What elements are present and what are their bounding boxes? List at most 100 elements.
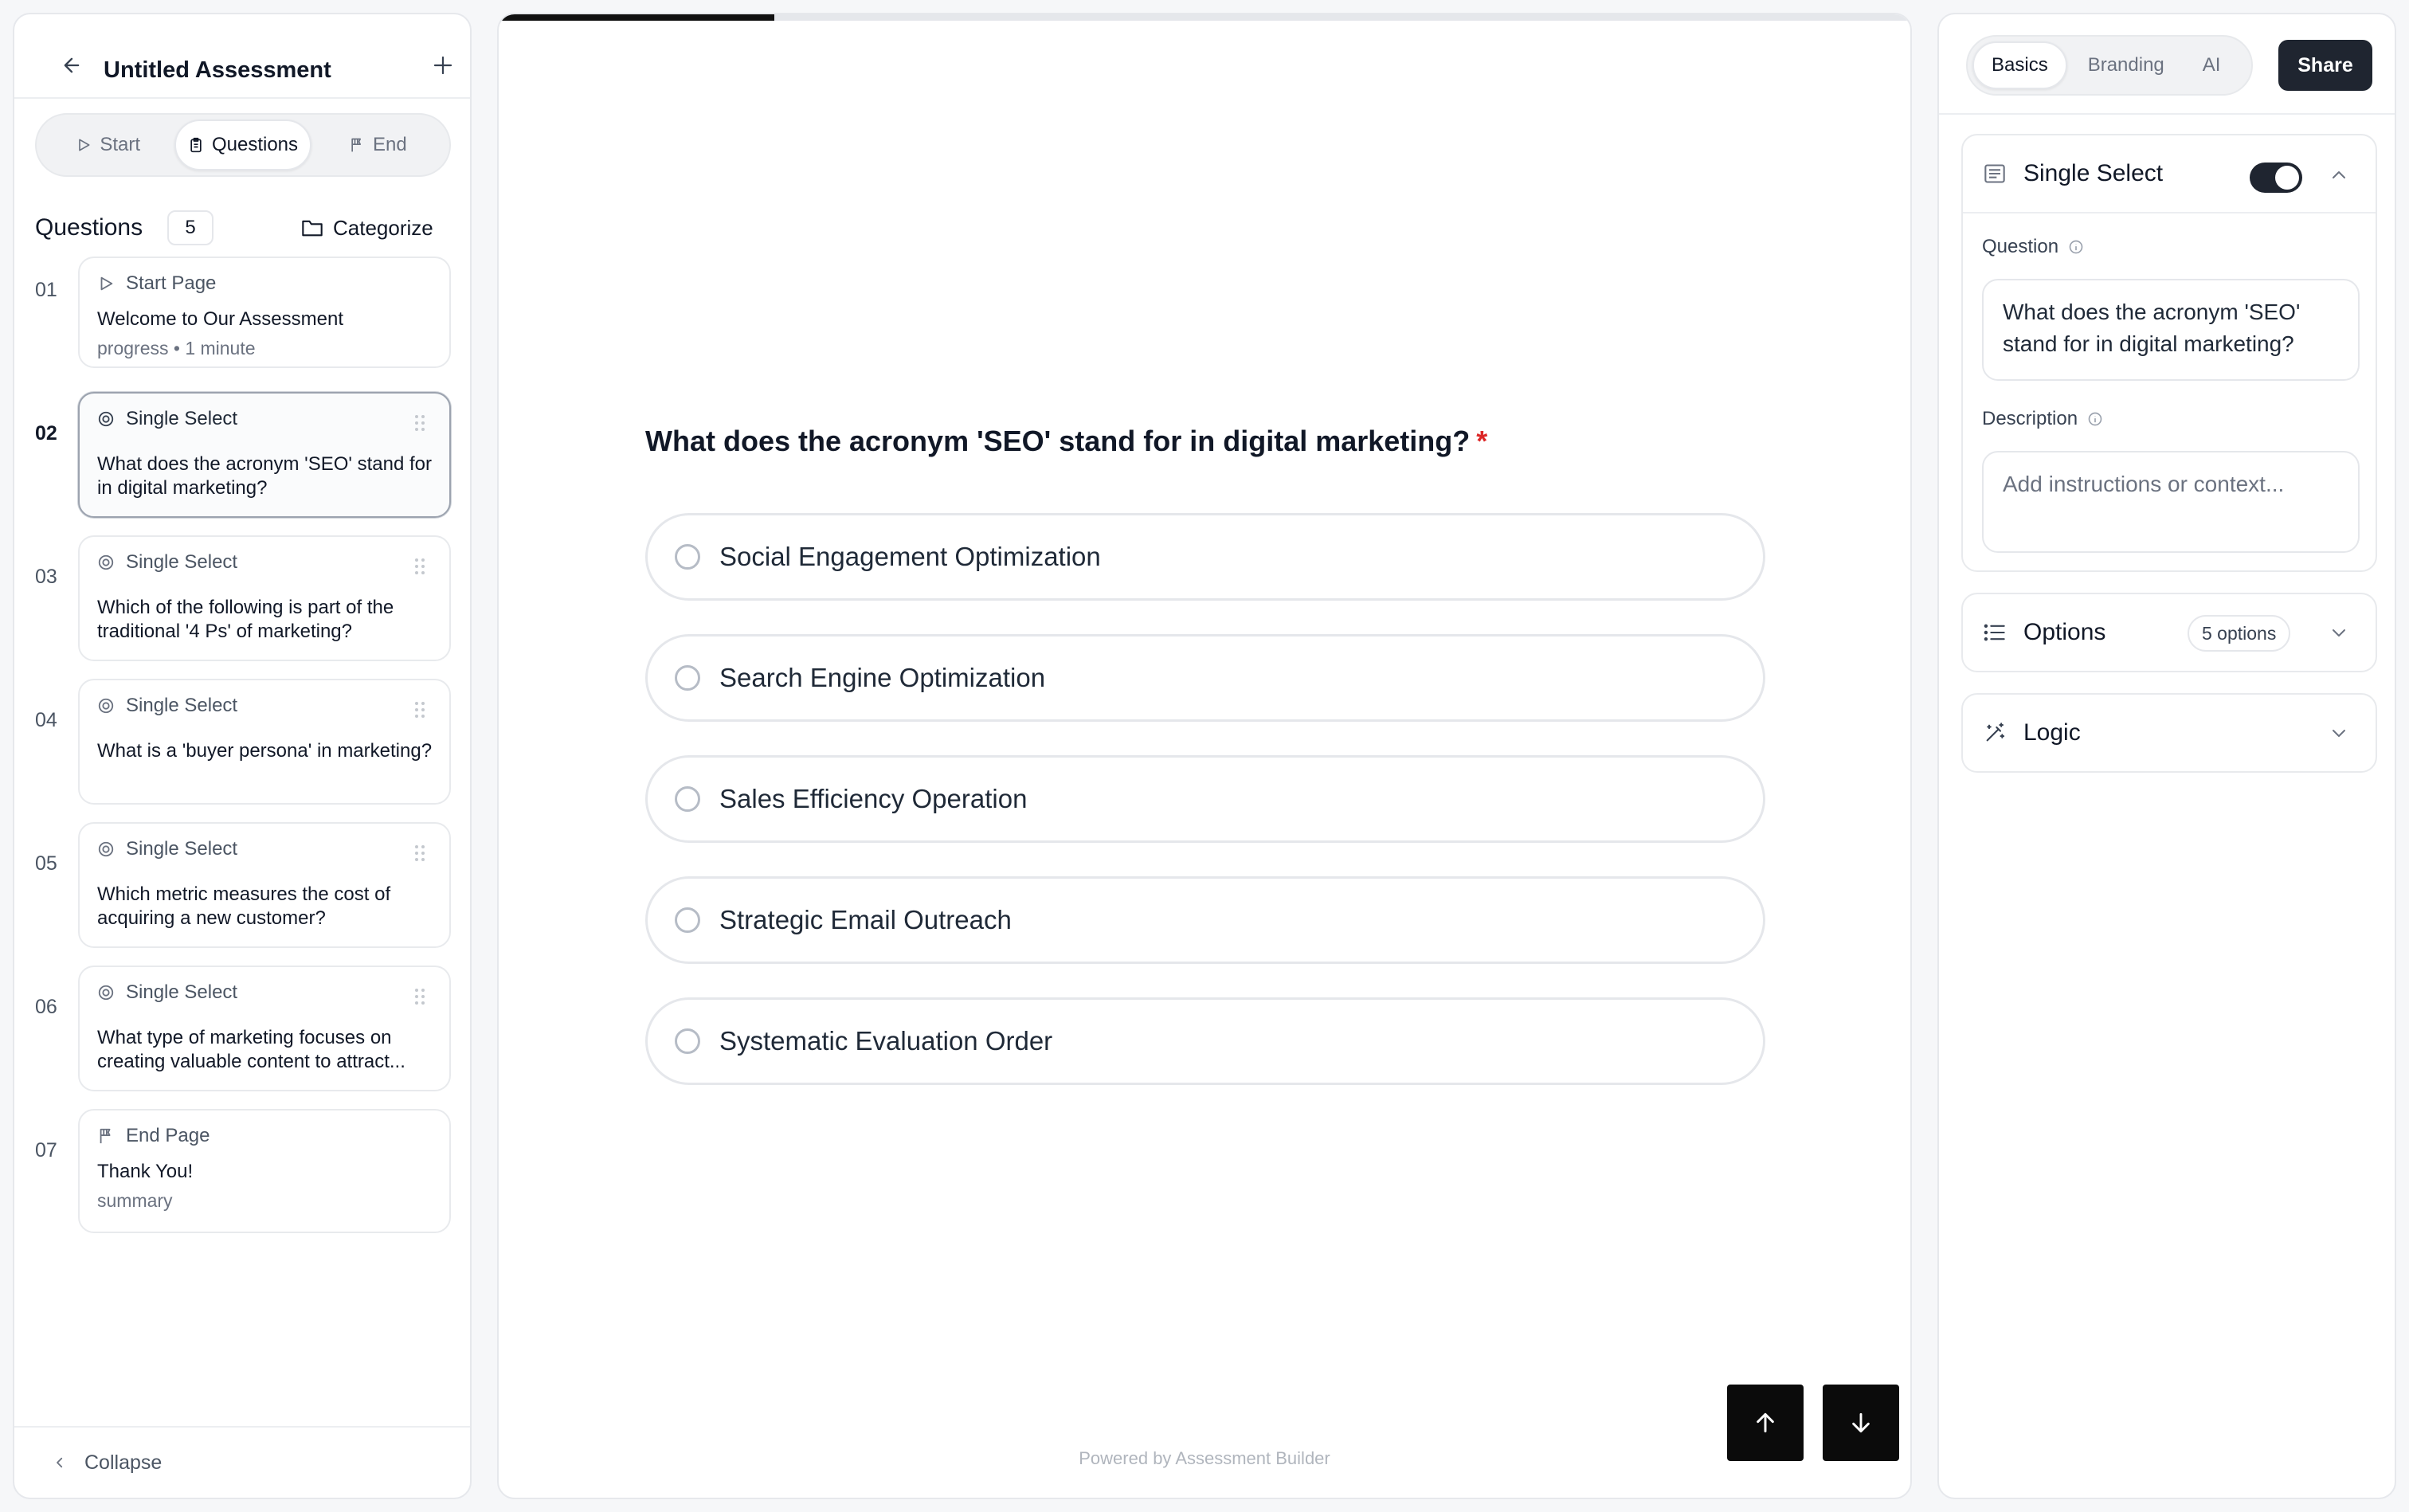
question-label: Question (1982, 236, 2059, 257)
tab-ai[interactable]: AI (2185, 41, 2239, 89)
list-item-question[interactable]: Single Select Which metric measures the … (78, 822, 451, 948)
list-item-question[interactable]: Single Select What is a 'buyer persona' … (78, 679, 451, 805)
play-icon (100, 276, 113, 291)
radio-button[interactable] (675, 665, 700, 691)
item-text: Thank You! (97, 1161, 194, 1182)
options-header: Options (1984, 594, 2105, 671)
item-type: Single Select (97, 695, 237, 717)
powered-by-footer: Powered by Assessment Builder (1079, 1448, 1330, 1468)
drag-handle-icon[interactable] (414, 844, 425, 862)
settings-tabs: Basics Branding AI (1966, 35, 2253, 96)
tab-end[interactable]: End (311, 119, 445, 170)
item-type-label: Single Select (126, 981, 238, 1003)
radio-target-icon (98, 554, 114, 570)
answer-option[interactable]: Social Engagement Optimization (645, 513, 1765, 601)
add-button[interactable] (417, 40, 468, 91)
options-count-badge: 5 options (2188, 615, 2291, 652)
sidebar: Untitled Assessment Start Questions End … (13, 13, 472, 1499)
list-icon (1984, 624, 2005, 641)
radio-button[interactable] (675, 544, 700, 570)
preview-question-text: What does the acronym 'SEO' stand for in… (645, 425, 1471, 457)
answer-option-label: Search Engine Optimization (719, 663, 1046, 692)
answer-option-label: Systematic Evaluation Order (719, 1026, 1053, 1056)
question-number: 06 (35, 996, 57, 1018)
list-item-question[interactable]: Single Select What type of marketing foc… (78, 966, 451, 1091)
drag-handle-icon[interactable] (414, 988, 425, 1005)
next-question-button[interactable] (1823, 1385, 1899, 1461)
list-item-question[interactable]: Single Select Which of the following is … (78, 535, 451, 661)
drag-handle-icon[interactable] (414, 701, 425, 719)
answer-option[interactable]: Strategic Email Outreach (645, 876, 1765, 964)
preview-question: What does the acronym 'SEO' stand for in… (645, 422, 1487, 460)
back-button[interactable] (46, 40, 97, 91)
question-textarea[interactable]: What does the acronym 'SEO' stand for in… (1982, 279, 2360, 381)
enabled-toggle[interactable] (2250, 163, 2302, 193)
plus-icon (433, 56, 452, 75)
flag-icon (100, 1128, 111, 1144)
description-textarea[interactable]: Add instructions or context... (1982, 451, 2360, 553)
collapse-button[interactable]: Collapse (14, 1426, 470, 1498)
options-section[interactable]: Options 5 options (1961, 593, 2377, 672)
arrow-down-icon (1852, 1412, 1870, 1433)
item-text: What does the acronym 'SEO' stand for in… (97, 453, 433, 499)
toggle-knob (2275, 166, 2299, 190)
chevron-down-icon[interactable] (2329, 723, 2348, 742)
categorize-button[interactable]: Categorize (301, 210, 433, 245)
description-field-label: Description (1982, 408, 2103, 430)
item-type: Single Select (97, 408, 237, 430)
list-item-end-page[interactable]: End Page Thank You! summary (78, 1109, 451, 1233)
card-header: Single Select (1984, 135, 2163, 212)
answer-option[interactable]: Systematic Evaluation Order (645, 997, 1765, 1085)
item-subtext: summary (97, 1190, 173, 1211)
info-icon (2088, 412, 2102, 426)
categorize-label: Categorize (333, 215, 433, 240)
logic-section[interactable]: Logic (1961, 693, 2377, 773)
radio-button[interactable] (675, 907, 700, 933)
answer-option[interactable]: Search Engine Optimization (645, 634, 1765, 722)
progress-bar (499, 14, 1910, 21)
question-number: 02 (35, 422, 57, 445)
answer-option-label: Sales Efficiency Operation (719, 784, 1028, 813)
tab-questions-label: Questions (211, 134, 299, 155)
settings-panel: Basics Branding AI Share Single Select Q… (1937, 13, 2396, 1499)
question-number: 05 (35, 852, 57, 875)
previous-question-button[interactable] (1727, 1385, 1804, 1461)
radio-target-icon (98, 411, 114, 427)
arrow-left-icon (64, 57, 80, 73)
tab-start-label: Start (100, 134, 140, 155)
tab-branding[interactable]: Branding (2070, 41, 2182, 89)
chevron-down-icon[interactable] (2329, 623, 2348, 642)
question-number: 03 (35, 566, 57, 588)
chevron-up-icon[interactable] (2329, 166, 2348, 185)
sidebar-header: Untitled Assessment (14, 14, 470, 99)
progress-bar-fill (499, 14, 774, 21)
folder-icon (302, 220, 323, 237)
collapse-label: Collapse (84, 1451, 163, 1474)
magic-wand-icon (1986, 723, 2005, 742)
share-button[interactable]: Share (2278, 40, 2372, 91)
question-number: 07 (35, 1139, 57, 1161)
drag-handle-icon[interactable] (414, 414, 425, 432)
question-settings-card: Single Select Question What does the acr… (1961, 134, 2377, 572)
answer-option[interactable]: Sales Efficiency Operation (645, 755, 1765, 843)
list-item-question[interactable]: Single Select What does the acronym 'SEO… (78, 392, 451, 518)
question-field-label: Question (1982, 236, 2084, 258)
description-label: Description (1982, 408, 2078, 429)
tab-basics[interactable]: Basics (1972, 41, 2067, 89)
item-subtext: progress • 1 minute (97, 338, 256, 358)
radio-target-icon (98, 841, 114, 857)
assessment-preview: What does the acronym 'SEO' stand for in… (497, 13, 1912, 1499)
tab-questions[interactable]: Questions (174, 119, 311, 170)
radio-button[interactable] (675, 786, 700, 812)
assessment-title[interactable]: Untitled Assessment (104, 54, 331, 86)
clipboard-icon (190, 137, 202, 153)
item-text: What is a 'buyer persona' in marketing? (97, 740, 433, 762)
radio-button[interactable] (675, 1028, 700, 1054)
item-type-label: Start Page (126, 272, 217, 294)
item-type-label: End Page (126, 1125, 210, 1146)
drag-handle-icon[interactable] (414, 558, 425, 575)
question-number: 01 (35, 279, 57, 301)
item-text: Welcome to Our Assessment (97, 308, 343, 330)
list-item-start-page[interactable]: Start Page Welcome to Our Assessment pro… (78, 257, 451, 368)
tab-start[interactable]: Start (41, 119, 174, 170)
